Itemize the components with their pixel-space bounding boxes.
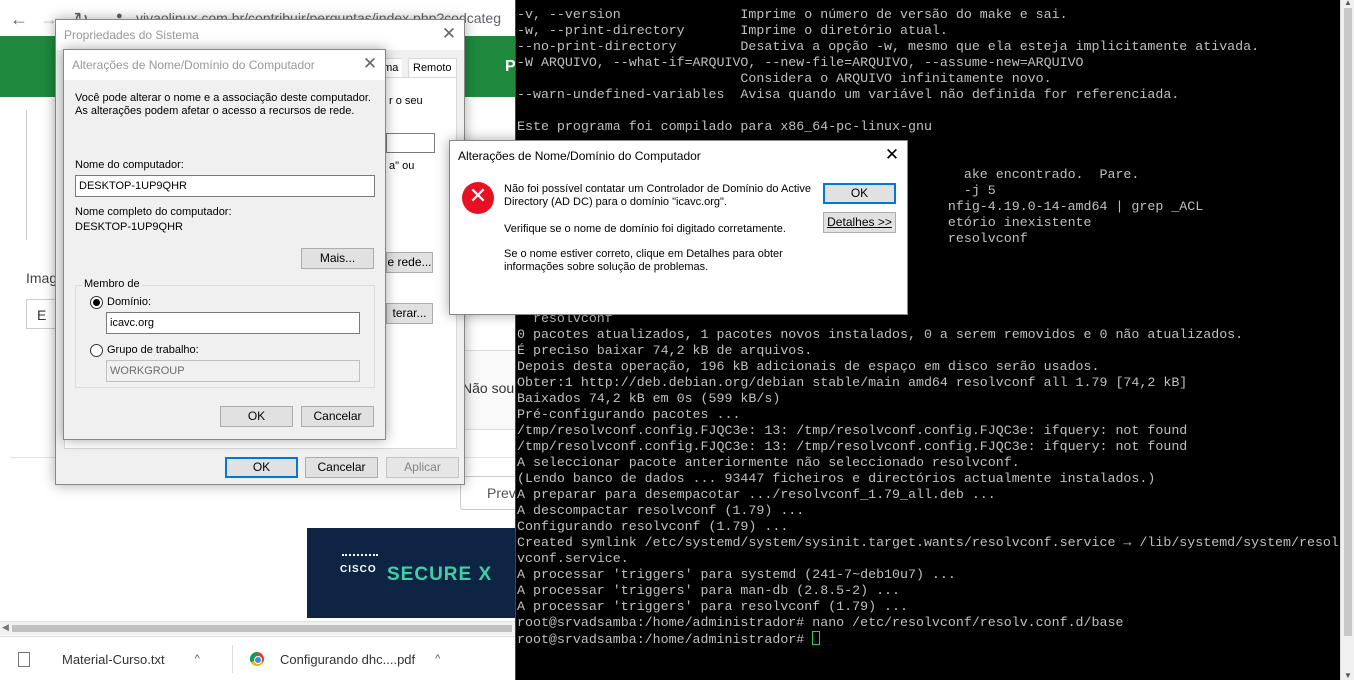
vertical-scrollbar[interactable]: ▲ ▼ <box>1340 0 1354 680</box>
terminal-line: --warn-undefined-variables Avisa quando … <box>517 87 1180 102</box>
terminal-line: Considera o ARQUIVO infinitamente novo. <box>517 71 1052 86</box>
error-details-hint: Se o nome estiver correto, clique em Det… <box>504 248 783 273</box>
intro-text: Você pode alterar o nome e a associação … <box>75 92 371 117</box>
text-file-icon <box>18 651 30 667</box>
download-item[interactable]: Configurando dhc....pdf ^ <box>250 637 440 680</box>
cisco-ad-banner[interactable]: CISCO SECURE X <box>307 528 515 618</box>
close-icon[interactable]: ✕ <box>355 50 385 80</box>
terminal-line: Configurando resolvconf (1.79) ... <box>517 519 789 534</box>
terminal-line: A processar 'triggers' para systemd (241… <box>517 567 956 582</box>
scroll-up-icon[interactable]: ▲ <box>1344 0 1352 7</box>
apply-button[interactable]: Aplicar <box>386 457 459 478</box>
domain-error-dialog: Alterações de Nome/Domínio do Computador… <box>449 140 908 315</box>
horizontal-scrollbar[interactable]: ◀ <box>0 621 515 635</box>
full-name-label: Nome completo do computador: <box>75 206 232 218</box>
chrome-pdf-icon <box>250 652 264 666</box>
terminal-line: A processar 'triggers' para resolvconf (… <box>517 599 908 614</box>
terminal-line: --no-print-directory Desativa a opção -w… <box>517 39 1260 54</box>
download-filename: Configurando dhc....pdf <box>280 651 416 667</box>
computer-name-label: Nome do computador: <box>75 159 184 171</box>
window-title: Propriedades do Sistema <box>56 20 464 50</box>
terminal-line: Obter:1 http://deb.debian.org/debian sta… <box>517 375 1188 390</box>
terminal-line: 0 pacotes atualizados, 1 pacotes novos i… <box>517 327 1244 342</box>
terminal-prompt-line[interactable]: root@srvadsamba:/home/administrador# <box>517 631 1339 648</box>
scrollbar-thumb[interactable] <box>1344 8 1352 636</box>
terminal-line: /tmp/resolvconf.config.FJQC3e: 13: /tmp/… <box>517 423 1188 438</box>
terminal-line: -v, --version Imprime o número de versão… <box>517 7 1068 22</box>
terminal-line: A processar 'triggers' para man-db (2.8.… <box>517 583 901 598</box>
scroll-down-icon[interactable]: ▼ <box>1344 671 1352 680</box>
terminal-output: -v, --version Imprime o número de versão… <box>517 7 1339 648</box>
tab-remote[interactable]: Remoto <box>408 58 457 78</box>
terminal-line: Created symlink /etc/systemd/system/sysi… <box>517 535 1339 550</box>
domain-input[interactable]: icavc.org <box>106 312 360 334</box>
terminal-prompt: root@srvadsamba:/home/administrador# <box>517 632 813 647</box>
cancel-button[interactable]: Cancelar <box>301 406 374 427</box>
ok-button[interactable]: OK <box>823 183 896 204</box>
error-message: Não foi possível contatar um Controlador… <box>504 183 811 208</box>
details-button[interactable]: Detalhes >> <box>823 212 896 233</box>
background-text: a" ou <box>389 160 415 172</box>
terminal-line: (Lendo banco de dados ... 93447 ficheiro… <box>517 471 1156 486</box>
divider <box>232 645 233 673</box>
full-name-value: DESKTOP-1UP9QHR <box>75 221 183 233</box>
background-text: r o seu <box>389 95 423 107</box>
error-icon: ✕ <box>462 182 494 214</box>
terminal-line: Depois desta operação, 196 kB adicionais… <box>517 359 1100 374</box>
preview-button[interactable]: Prev <box>460 476 515 510</box>
workgroup-input[interactable]: WORKGROUP <box>106 360 360 382</box>
image-label: Imag <box>26 270 58 286</box>
ok-button[interactable]: OK <box>220 406 293 427</box>
terminal-line: root@srvadsamba:/home/administrador# nan… <box>517 615 1124 630</box>
securex-text: SECURE X <box>387 564 493 585</box>
content-border <box>26 110 27 240</box>
terminal-window[interactable]: -v, --version Imprime o número de versão… <box>515 0 1354 680</box>
terminal-line: A descompactar resolvconf (1.79) ... <box>517 503 805 518</box>
scrollbar-thumb[interactable] <box>12 625 512 632</box>
workgroup-radio[interactable] <box>90 344 103 357</box>
downloads-bar: Material-Curso.txt ^ Configurando dhc...… <box>0 636 515 680</box>
terminal-line: A seleccionar pacote anteriormente não s… <box>517 455 1020 470</box>
ok-button[interactable]: OK <box>225 457 298 478</box>
chevron-up-icon[interactable]: ^ <box>435 653 440 665</box>
terminal-line: É preciso baixar 74,2 kB de arquivos. <box>517 343 813 358</box>
download-item[interactable]: Material-Curso.txt ^ <box>18 637 200 680</box>
close-icon[interactable]: ✕ <box>434 20 464 50</box>
terminal-line: -w, --print-directory Imprime o diretóri… <box>517 23 948 38</box>
member-of-label: Membro de <box>82 278 142 290</box>
terminal-line: vconf.service. <box>517 551 629 566</box>
computer-name-input[interactable]: DESKTOP-1UP9QHR <box>75 175 375 197</box>
terminal-line: Este programa foi compilado para x86_64-… <box>517 119 932 134</box>
recaptcha-label: Não sou <box>462 380 515 396</box>
close-icon[interactable]: ✕ <box>877 141 907 171</box>
more-button[interactable]: Mais... <box>301 248 374 269</box>
error-hint: Verifique se o nome de domínio foi digit… <box>504 223 786 235</box>
dialog-title: Alterações de Nome/Domínio do Computador <box>450 141 907 171</box>
rename-domain-dialog: Alterações de Nome/Domínio do Computador… <box>63 49 386 440</box>
chevron-up-icon[interactable]: ^ <box>195 653 200 665</box>
terminal-cursor <box>812 631 821 645</box>
scroll-left-icon[interactable]: ◀ <box>2 622 9 633</box>
change-button[interactable]: terar... <box>386 303 433 324</box>
cancel-button[interactable]: Cancelar <box>305 457 378 478</box>
workgroup-label: Grupo de trabalho: <box>107 344 199 356</box>
dialog-title: Alterações de Nome/Domínio do Computador <box>64 50 385 80</box>
network-id-button[interactable]: e rede... <box>386 252 433 273</box>
terminal-line: /tmp/resolvconf.config.FJQC3e: 13: /tmp/… <box>517 439 1188 454</box>
background-field <box>386 133 435 153</box>
terminal-line: Pré-configurando pacotes ... <box>517 407 741 422</box>
terminal-line: A preparar para desempacotar .../resolvc… <box>517 487 996 502</box>
terminal-line: -W ARQUIVO, --what-if=ARQUIVO, --new-fil… <box>517 55 1084 70</box>
domain-radio[interactable] <box>90 296 103 309</box>
terminal-line: Baixados 74,2 kB em 0s (599 kB/s) <box>517 391 781 406</box>
back-arrow-icon[interactable]: ← <box>8 8 30 30</box>
download-filename: Material-Curso.txt <box>62 651 165 667</box>
cisco-logo: CISCO <box>340 554 378 575</box>
cisco-brand-text: CISCO <box>340 564 377 575</box>
site-header-text: P <box>505 58 515 75</box>
domain-label: Domínio: <box>107 296 152 308</box>
